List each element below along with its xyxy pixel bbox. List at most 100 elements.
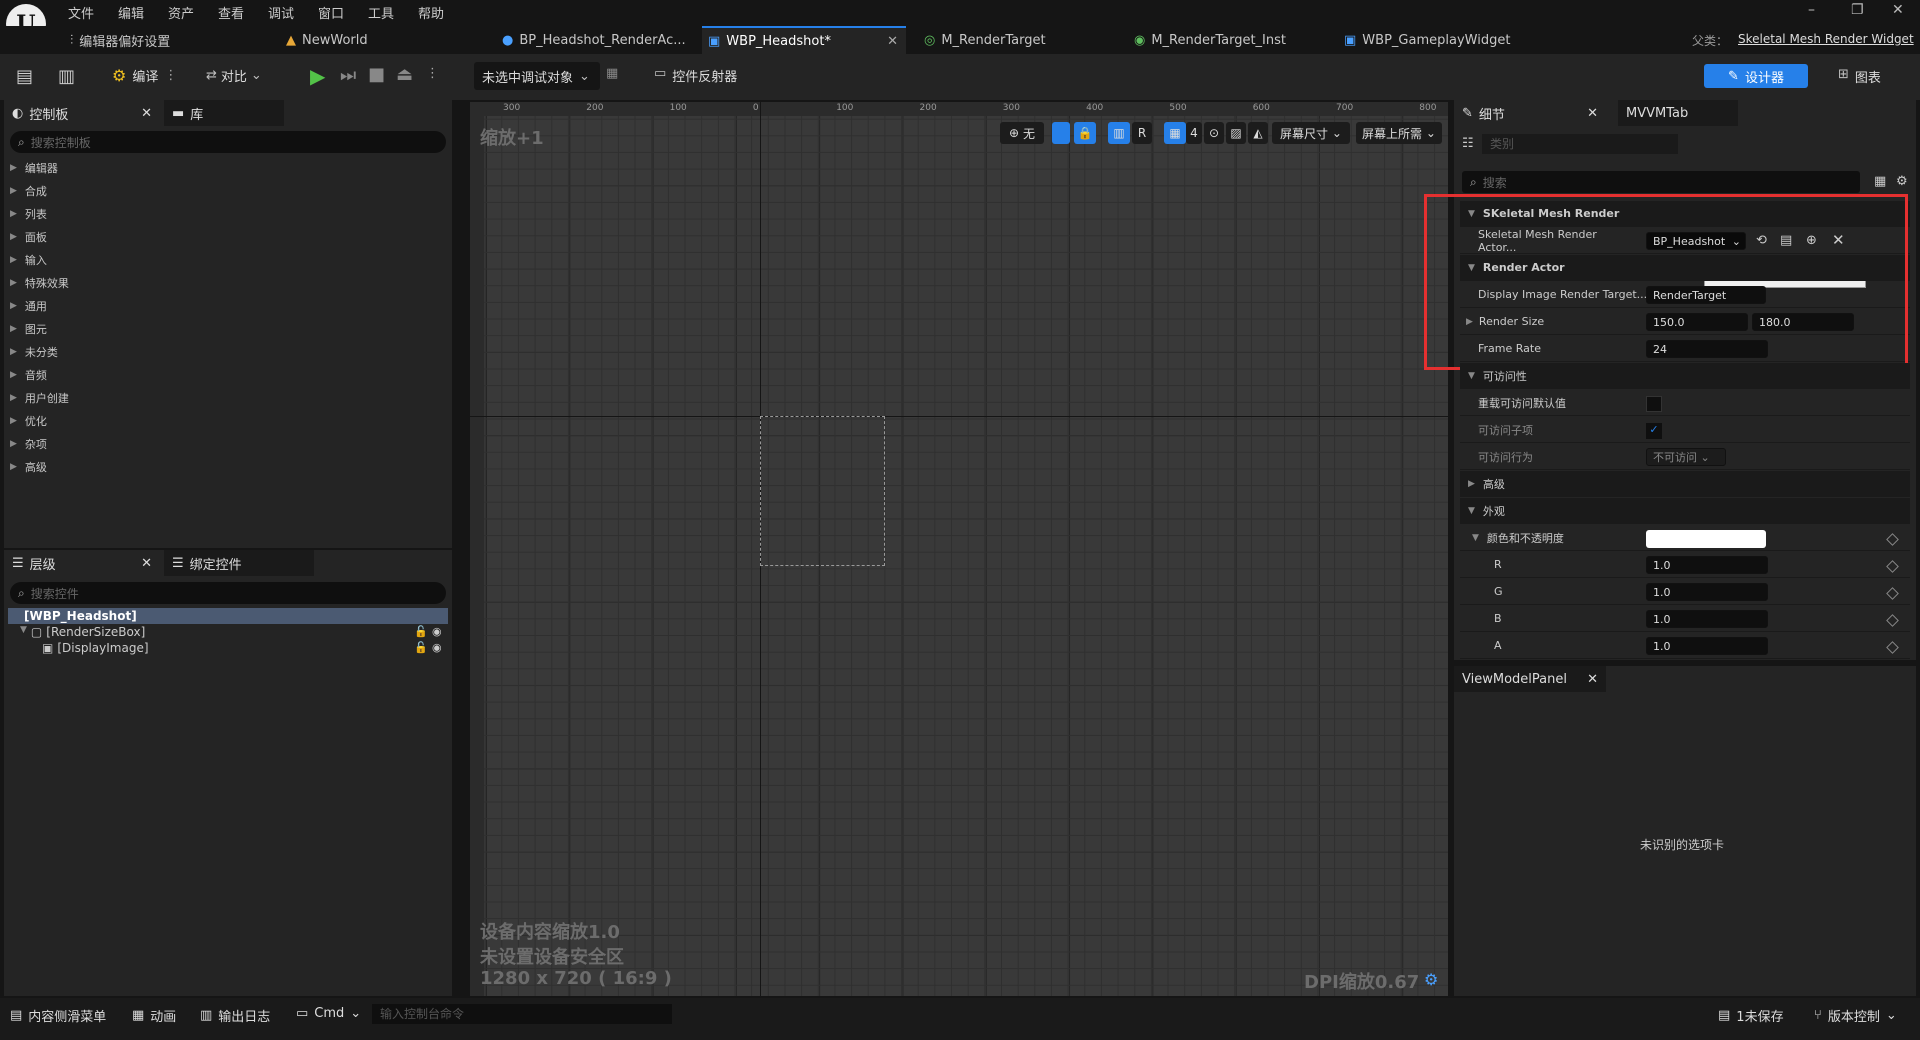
- section-advanced[interactable]: ▶ 高级: [1460, 471, 1910, 497]
- lock-icon[interactable]: 🔓: [414, 641, 428, 654]
- more-options-icon[interactable]: ⋮: [164, 68, 177, 83]
- compile-button[interactable]: ⚙ 编译 ⋮: [112, 66, 177, 85]
- cmd-dropdown[interactable]: ▭ Cmd ⌄: [296, 1006, 361, 1021]
- color-swatch[interactable]: [1646, 530, 1766, 548]
- color-b-input[interactable]: 1.0: [1646, 610, 1768, 628]
- designer-button[interactable]: ✎ 设计器: [1704, 64, 1808, 88]
- stop-icon[interactable]: ■: [368, 64, 385, 85]
- fill-screen-dropdown[interactable]: 屏幕上所需 ⌄: [1356, 122, 1442, 144]
- details-search-input[interactable]: ⌕ 搜索: [1462, 171, 1860, 193]
- eject-icon[interactable]: ⏏: [396, 64, 413, 85]
- unsaved-button[interactable]: ▤ 1未保存: [1718, 1006, 1784, 1025]
- console-command-input[interactable]: 输入控制台命令: [372, 1004, 672, 1024]
- hierarchy-search-input[interactable]: ⌕ 搜索控件: [10, 582, 446, 604]
- section-accessibility[interactable]: ▼ 可访问性: [1460, 363, 1910, 389]
- override-accessible-checkbox[interactable]: [1646, 396, 1662, 412]
- palette-category-item[interactable]: ▶ 用户创建: [10, 386, 69, 409]
- settings-gear-icon[interactable]: ⚙: [1896, 174, 1908, 189]
- palette-category-item[interactable]: ▶ 未分类: [10, 340, 58, 363]
- tab-m-rendertarget[interactable]: ◎ M_RenderTarget: [918, 26, 1118, 54]
- expand-arrow-icon[interactable]: ▼: [20, 625, 27, 639]
- tab-editor-preferences[interactable]: ⫶ 编辑器偏好设置: [64, 26, 264, 54]
- palette-category-item[interactable]: ▶ 合成: [10, 179, 47, 202]
- debug-find-icon[interactable]: ▦: [606, 66, 618, 81]
- menu-window[interactable]: 窗口: [318, 3, 344, 22]
- palette-category-item[interactable]: ▶ 输入: [10, 248, 47, 271]
- step-icon[interactable]: ⏭: [340, 65, 356, 86]
- toggle-option-button[interactable]: [1052, 122, 1070, 144]
- tab-wbp-gameplaywidget[interactable]: ▣ WBP_GameplayWidget: [1338, 26, 1538, 54]
- table-view-icon[interactable]: ▦: [1874, 174, 1886, 189]
- section-appearance[interactable]: ▼ 外观: [1460, 498, 1910, 524]
- palette-search-input[interactable]: ⌕ 搜索控制板: [10, 131, 446, 153]
- accessible-behavior-dropdown[interactable]: 不可访问 ⌄: [1646, 448, 1726, 466]
- palette-category-item[interactable]: ▶ 优化: [10, 409, 47, 432]
- flip-icon[interactable]: ◭: [1248, 122, 1268, 144]
- menu-help[interactable]: 帮助: [418, 3, 444, 22]
- close-panel-icon[interactable]: ✕: [141, 106, 152, 121]
- tab-viewmodel-panel[interactable]: ViewModelPanel ✕: [1454, 666, 1606, 692]
- palette-category-item[interactable]: ▶ 通用: [10, 294, 47, 317]
- palette-category-item[interactable]: ▶ 杂项: [10, 432, 47, 455]
- accessible-children-checkbox[interactable]: ✓: [1646, 423, 1662, 439]
- debug-target-dropdown[interactable]: 未选中调试对象 ⌄: [474, 62, 600, 90]
- color-a-input[interactable]: 1.0: [1646, 637, 1768, 655]
- palette-category-item[interactable]: ▶ 音频: [10, 363, 47, 386]
- close-panel-icon[interactable]: ✕: [1587, 672, 1598, 687]
- palette-category-item[interactable]: ▶ 高级: [10, 455, 47, 478]
- play-icon[interactable]: ▶: [310, 64, 325, 88]
- palette-category-item[interactable]: ▶ 面板: [10, 225, 47, 248]
- widget-reflector-button[interactable]: ▭ 控件反射器: [654, 66, 737, 85]
- tab-details[interactable]: ✎ 细节 ✕: [1454, 100, 1606, 126]
- menu-file[interactable]: 文件: [68, 3, 94, 22]
- menu-tools[interactable]: 工具: [368, 3, 394, 22]
- close-tab-icon[interactable]: ✕: [887, 34, 898, 49]
- image-preview-icon[interactable]: ▨: [1226, 122, 1246, 144]
- lock-toggle-icon[interactable]: 🔒: [1074, 122, 1096, 144]
- color-r-input[interactable]: 1.0: [1646, 556, 1768, 574]
- minimize-button[interactable]: –: [1808, 2, 1815, 18]
- parent-class-link[interactable]: Skeletal Mesh Render Widget: [1738, 32, 1914, 46]
- diff-button[interactable]: ⇄ 对比 ⌄: [206, 66, 262, 85]
- close-window-button[interactable]: ✕: [1892, 2, 1904, 18]
- play-options-icon[interactable]: ⋮: [426, 66, 439, 81]
- tab-m-rendertarget-inst[interactable]: ◉ M_RenderTarget_Inst: [1128, 26, 1328, 54]
- close-panel-icon[interactable]: ✕: [1587, 106, 1598, 121]
- menu-assets[interactable]: 资产: [168, 3, 194, 22]
- palette-category-item[interactable]: ▶ 编辑器: [10, 156, 58, 179]
- menu-view[interactable]: 查看: [218, 3, 244, 22]
- menu-debug[interactable]: 调试: [268, 3, 294, 22]
- grid-snap-value[interactable]: 4: [1186, 122, 1202, 144]
- tab-mvvm[interactable]: MVVMTab: [1618, 100, 1738, 126]
- tab-newworld[interactable]: ▲ NewWorld: [280, 26, 470, 54]
- outline-toggle-icon[interactable]: ▥: [1108, 122, 1130, 144]
- designer-canvas[interactable]: [470, 102, 1448, 996]
- dpi-settings-gear-icon[interactable]: ⚙: [1424, 970, 1438, 989]
- respect-locks-button[interactable]: R: [1132, 122, 1152, 144]
- graph-button[interactable]: ⊞ 图表: [1838, 67, 1881, 86]
- lock-icon[interactable]: 🔓: [414, 625, 428, 638]
- location-icon[interactable]: ⊙: [1204, 122, 1224, 144]
- output-log-button[interactable]: ▥ 输出日志: [200, 1006, 270, 1025]
- tree-item-wbp-headshot[interactable]: [WBP_Headshot]: [8, 608, 448, 624]
- browse-icon[interactable]: ▥: [58, 66, 75, 87]
- source-control-button[interactable]: ⑂ 版本控制 ⌄: [1814, 1006, 1897, 1025]
- visibility-eye-icon[interactable]: ◉: [432, 641, 442, 654]
- palette-category-item[interactable]: ▶ 列表: [10, 202, 47, 225]
- content-drawer-button[interactable]: ▤ 内容侧滑菜单: [10, 1006, 106, 1025]
- animation-button[interactable]: ▦ 动画: [132, 1006, 176, 1025]
- palette-category-item[interactable]: ▶ 图元: [10, 317, 47, 340]
- save-icon[interactable]: ▤: [16, 66, 33, 87]
- tab-library[interactable]: ▬ 库: [164, 100, 284, 126]
- tab-palette[interactable]: ◐ 控制板 ✕: [4, 100, 160, 126]
- expand-arrow-icon[interactable]: ▼: [1472, 533, 1479, 543]
- grid-snap-icon[interactable]: ▦: [1164, 122, 1186, 144]
- globe-none-button[interactable]: ⊕ 无: [1000, 122, 1044, 144]
- tab-hierarchy[interactable]: ☰ 层级 ✕: [4, 550, 160, 576]
- tab-wbp-headshot[interactable]: ▣ WBP_Headshot* ✕: [702, 26, 906, 54]
- category-filter-input[interactable]: 类别: [1482, 134, 1678, 154]
- palette-category-item[interactable]: ▶ 特殊效果: [10, 271, 69, 294]
- tab-bp-headshot-renderactor[interactable]: ● BP_Headshot_RenderAc...: [496, 26, 691, 54]
- maximize-button[interactable]: ❐: [1851, 2, 1864, 18]
- close-panel-icon[interactable]: ✕: [141, 556, 152, 571]
